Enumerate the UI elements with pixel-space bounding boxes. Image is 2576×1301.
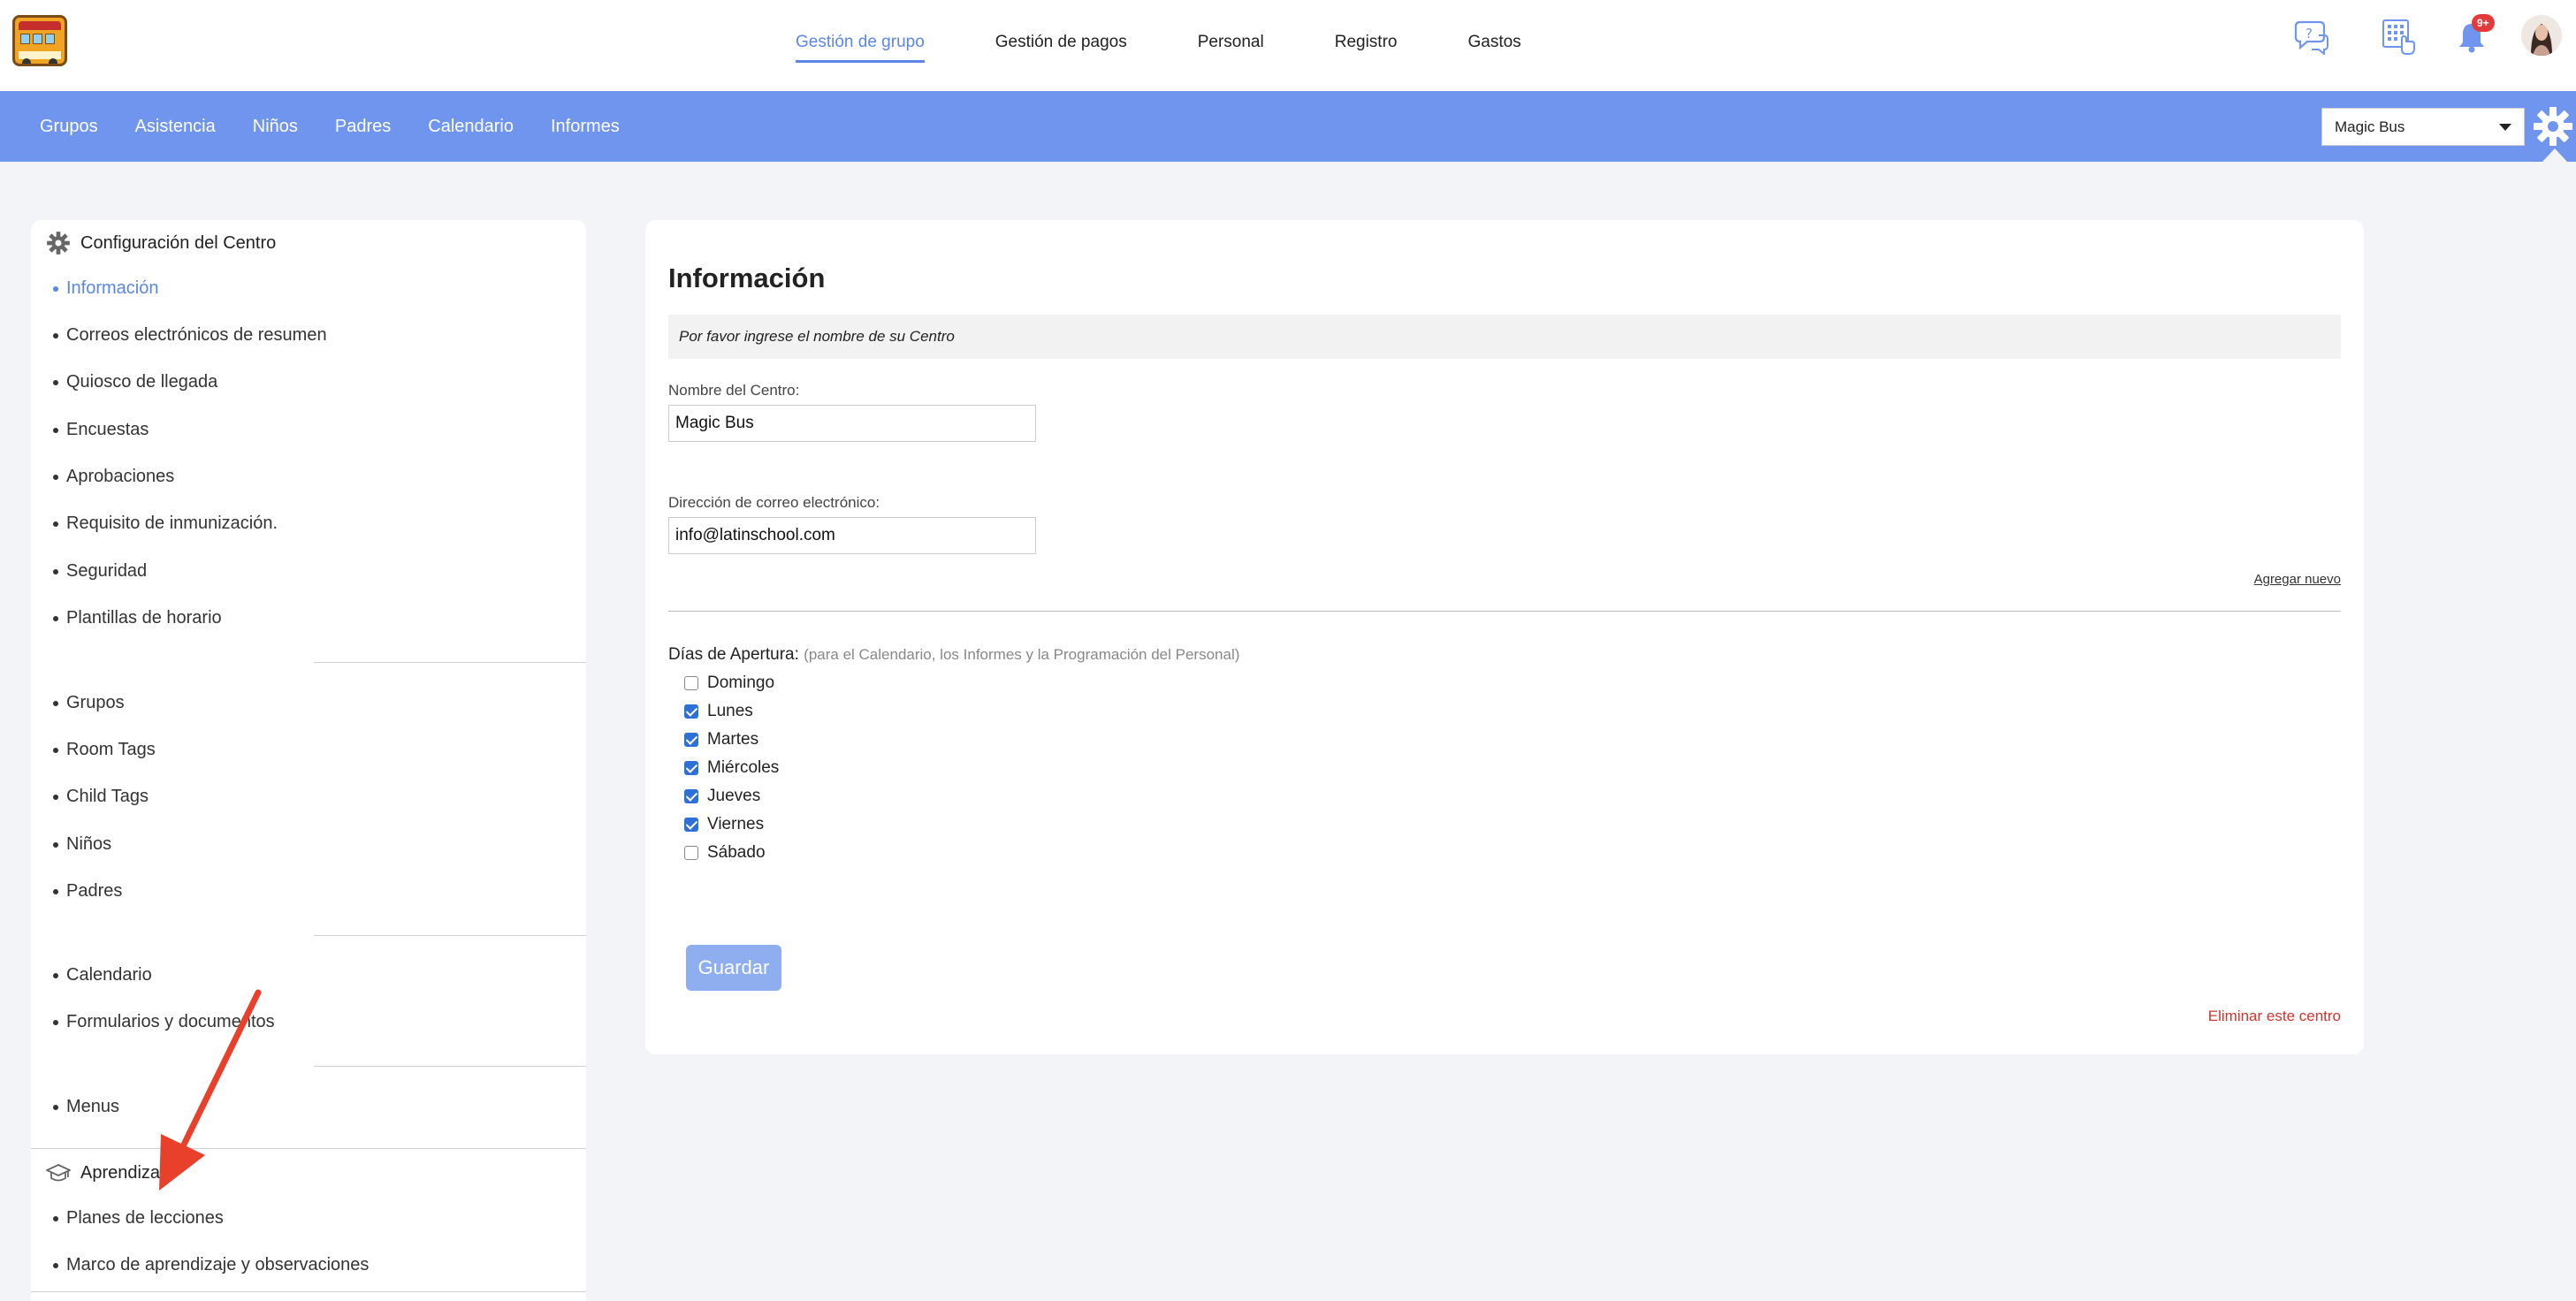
add-new-email-link[interactable]: Agregar nuevo xyxy=(2254,572,2341,587)
center-select[interactable]: Magic Bus xyxy=(2321,108,2525,146)
top-bar: Gestión de grupo Gestión de pagos Person… xyxy=(0,0,2576,91)
sub-nav: Grupos Asistencia Niños Padres Calendari… xyxy=(40,91,657,162)
nav-gestion-de-grupo[interactable]: Gestión de grupo xyxy=(796,0,925,91)
notification-badge: 9+ xyxy=(2472,14,2495,32)
email-input[interactable] xyxy=(668,517,1036,554)
settings-sidebar: Configuración del Centro Información Cor… xyxy=(31,220,586,1301)
sidebar-item-menus[interactable]: Menus xyxy=(52,1097,119,1117)
info-panel: Información Por favor ingrese el nombre … xyxy=(645,220,2364,1054)
day-checkbox[interactable] xyxy=(684,846,698,860)
sidebar-item-ninos[interactable]: Niños xyxy=(52,834,111,855)
delete-center-link[interactable]: Eliminar este centro xyxy=(2208,1008,2341,1025)
gear-icon xyxy=(43,228,73,258)
subnav-grupos[interactable]: Grupos xyxy=(40,91,98,162)
subnav-asistencia[interactable]: Asistencia xyxy=(135,91,216,162)
mortarboard-icon xyxy=(43,1158,73,1188)
magic-bus-logo[interactable] xyxy=(12,15,67,66)
sidebar-item-room-tags[interactable]: Room Tags xyxy=(53,740,156,760)
sidebar-item-correos[interactable]: Correos electrónicos de resumen xyxy=(53,325,327,346)
sidebar-divider xyxy=(314,935,586,936)
day-checkbox[interactable] xyxy=(684,818,698,832)
bell-icon[interactable]: 9+ xyxy=(2452,14,2495,57)
open-days-heading: Días de Apertura: (para el Calendario, l… xyxy=(668,645,1239,665)
nav-gastos[interactable]: Gastos xyxy=(1467,0,1520,91)
svg-text:?: ? xyxy=(2305,26,2313,42)
sidebar-item-padres[interactable]: Padres xyxy=(52,881,122,902)
chevron-down-icon xyxy=(2499,124,2511,131)
subnav-ninos[interactable]: Niños xyxy=(253,91,298,162)
gear-icon[interactable] xyxy=(2532,105,2574,148)
sidebar-item-planes[interactable]: Planes de lecciones xyxy=(53,1208,224,1229)
day-option[interactable]: Lunes xyxy=(684,701,753,722)
day-label: Jueves xyxy=(707,787,761,805)
sidebar-divider xyxy=(31,1148,586,1149)
sidebar-item-seguridad[interactable]: Seguridad xyxy=(52,561,147,582)
save-button[interactable]: Guardar xyxy=(686,945,781,991)
config-section-title: Configuración del Centro xyxy=(80,232,277,253)
day-label: Miércoles xyxy=(707,758,780,777)
center-name-label: Nombre del Centro: xyxy=(668,382,800,399)
day-option[interactable]: Viernes xyxy=(684,814,764,835)
sidebar-item-child-tags[interactable]: Child Tags xyxy=(52,787,149,807)
day-label: Martes xyxy=(707,730,759,749)
config-section-header: Configuración del Centro xyxy=(31,225,276,261)
day-option[interactable]: Miércoles xyxy=(684,757,779,779)
day-checkbox[interactable] xyxy=(684,676,698,690)
day-label: Lunes xyxy=(707,702,753,720)
sidebar-divider xyxy=(314,662,586,663)
day-checkbox[interactable] xyxy=(684,733,698,747)
sidebar-item-encuestas[interactable]: Encuestas xyxy=(52,420,149,440)
sidebar-item-grupos[interactable]: Grupos xyxy=(53,693,125,713)
center-name-input[interactable] xyxy=(668,405,1036,442)
subnav-padres[interactable]: Padres xyxy=(335,91,391,162)
day-option[interactable]: Martes xyxy=(684,729,758,750)
main-nav: Gestión de grupo Gestión de pagos Person… xyxy=(796,0,1592,91)
sidebar-item-inmunizacion[interactable]: Requisito de inmunización. xyxy=(52,514,278,534)
day-checkbox[interactable] xyxy=(684,704,698,719)
nav-gestion-de-pagos[interactable]: Gestión de pagos xyxy=(995,0,1127,91)
day-label: Viernes xyxy=(707,815,765,833)
section-divider xyxy=(668,611,2341,612)
subnav-calendario[interactable]: Calendario xyxy=(428,91,514,162)
day-option[interactable]: Domingo xyxy=(684,673,774,694)
email-label: Dirección de correo electrónico: xyxy=(668,494,880,511)
sub-nav-bar: Grupos Asistencia Niños Padres Calendari… xyxy=(0,91,2576,162)
sidebar-item-plantillas[interactable]: Plantillas de horario xyxy=(53,608,222,628)
open-days-label: Días de Apertura: xyxy=(668,645,799,664)
open-days-hint: (para el Calendario, los Informes y la P… xyxy=(804,646,1240,663)
help-chat-icon[interactable]: ? xyxy=(2292,18,2331,57)
sidebar-divider xyxy=(31,1291,586,1292)
nav-registro[interactable]: Registro xyxy=(1335,0,1398,91)
kiosk-tap-icon[interactable] xyxy=(2379,18,2418,57)
day-option[interactable]: Jueves xyxy=(684,786,760,807)
sidebar-item-quiosco[interactable]: Quiosco de llegada xyxy=(52,372,217,392)
sidebar-divider xyxy=(314,1066,586,1067)
sidebar-item-informacion[interactable]: Información xyxy=(53,278,159,299)
sidebar-item-marco[interactable]: Marco de aprendizaje y observaciones xyxy=(52,1255,369,1275)
sidebar-item-calendario[interactable]: Calendario xyxy=(53,965,152,985)
notice-banner: Por favor ingrese el nombre de su Centro xyxy=(668,315,2341,359)
center-select-value: Magic Bus xyxy=(2335,118,2405,135)
day-label: Sábado xyxy=(707,843,766,862)
day-option[interactable]: Sábado xyxy=(684,842,766,864)
day-checkbox[interactable] xyxy=(684,761,698,775)
sidebar-item-aprobaciones[interactable]: Aprobaciones xyxy=(52,467,174,487)
active-pointer xyxy=(2542,148,2567,162)
avatar[interactable] xyxy=(2521,15,2562,56)
subnav-informes[interactable]: Informes xyxy=(551,91,620,162)
nav-personal[interactable]: Personal xyxy=(1198,0,1264,91)
day-label: Domingo xyxy=(707,673,775,692)
page-title: Información xyxy=(668,262,826,293)
annotation-arrow xyxy=(159,989,262,1191)
day-checkbox[interactable] xyxy=(684,789,698,803)
